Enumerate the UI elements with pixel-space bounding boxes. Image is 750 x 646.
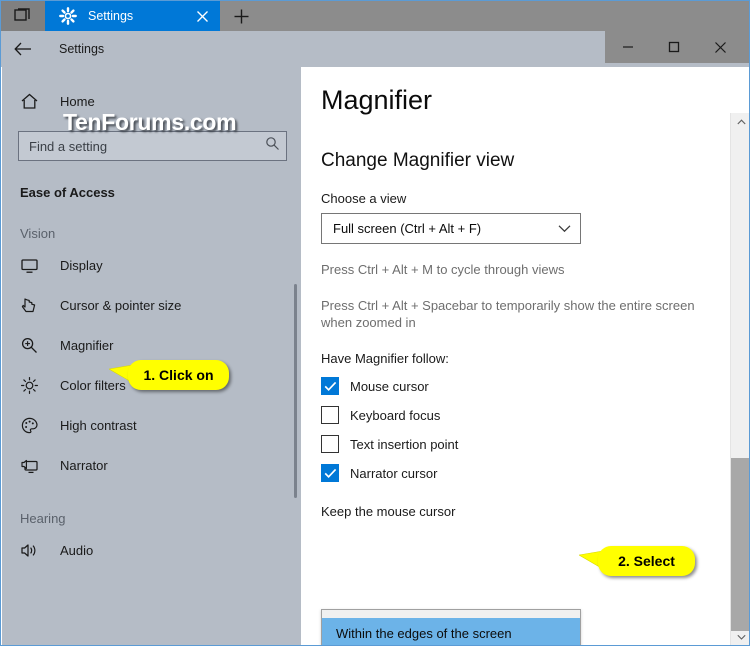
tab-strip-empty (262, 1, 749, 31)
sidebar-item-label: Narrator (60, 457, 108, 473)
dropdown-option-within-edges[interactable]: Within the edges of the screen (322, 618, 580, 645)
hint-cycle-views: Press Ctrl + Alt + M to cycle through vi… (321, 262, 565, 277)
magnifier-icon (20, 336, 44, 355)
search-placeholder: Find a setting (29, 138, 108, 154)
monitor-icon (20, 256, 44, 275)
pointer-hand-icon (20, 296, 44, 315)
chevron-up-icon (736, 119, 746, 125)
sidebar-item-label: Cursor & pointer size (60, 297, 182, 313)
tab-settings[interactable]: Settings (45, 1, 220, 31)
search-icon (265, 136, 280, 156)
search-input[interactable]: Find a setting (18, 131, 287, 161)
close-tab-button[interactable] (194, 8, 210, 24)
window-controls (605, 31, 749, 63)
section-title: Change Magnifier view (321, 150, 515, 171)
settings-window: Settings Settings Home Find a setting Ea… (0, 0, 750, 646)
checkbox-label: Mouse cursor (350, 378, 429, 394)
check-icon (324, 468, 336, 478)
sidebar-item-cursor-pointer-size[interactable]: Cursor & pointer size (2, 285, 301, 325)
palette-icon (20, 416, 44, 435)
keep-mouse-cursor-label: Keep the mouse cursor (321, 504, 456, 519)
checkbox-label: Keyboard focus (350, 407, 441, 423)
sidebar-item-label: Magnifier (60, 337, 114, 353)
callout-select: 2. Select (598, 546, 695, 576)
chevron-down-icon (736, 634, 746, 640)
sidebar-item-label: Display (60, 257, 103, 273)
checkbox-box (321, 435, 339, 453)
minimize-icon (623, 46, 633, 48)
checkbox-box (321, 406, 339, 424)
brightness-icon (20, 376, 44, 395)
narrator-screen-icon (20, 456, 44, 475)
home-icon (20, 92, 44, 111)
task-view-button[interactable] (1, 1, 45, 31)
checkbox-narrator-cursor[interactable]: Narrator cursor (321, 464, 749, 482)
checkbox-label: Text insertion point (350, 436, 459, 452)
callout-click-on: 1. Click on (128, 360, 229, 390)
have-magnifier-follow-label: Have Magnifier follow: (321, 351, 449, 366)
keep-cursor-dropdown-list[interactable]: Within the edges of the screen Centered … (321, 609, 581, 645)
scroll-up-button[interactable] (731, 113, 749, 131)
sidebar-item-display[interactable]: Display (2, 245, 301, 285)
minimize-button[interactable] (605, 31, 651, 63)
sidebar-item-label: Audio (60, 542, 94, 558)
maximize-button[interactable] (651, 31, 697, 63)
close-icon (196, 10, 208, 22)
checkbox-keyboard-focus[interactable]: Keyboard focus (321, 406, 749, 424)
speaker-icon (20, 541, 44, 560)
task-view-icon (14, 8, 30, 21)
sidebar: Home Find a setting Ease of Access Visio… (2, 67, 301, 645)
gear-icon (59, 7, 77, 25)
tab-strip: Settings (1, 1, 749, 31)
checkbox-label: Narrator cursor (350, 465, 438, 481)
dropdown-top-padding (322, 610, 580, 618)
view-dropdown-value: Full screen (Ctrl + Alt + F) (333, 221, 482, 236)
plus-icon (234, 9, 248, 23)
content-scrollbar[interactable] (730, 113, 749, 645)
chevron-down-icon (558, 220, 571, 238)
back-button[interactable] (1, 31, 45, 67)
sidebar-item-home[interactable]: Home (2, 81, 301, 121)
back-arrow-icon (14, 42, 31, 56)
sidebar-item-label: High contrast (60, 417, 137, 433)
sidebar-item-label: Home (60, 93, 95, 109)
sidebar-item-narrator[interactable]: Narrator (2, 445, 301, 485)
scroll-down-button[interactable] (731, 628, 749, 645)
close-icon (714, 41, 726, 53)
view-dropdown[interactable]: Full screen (Ctrl + Alt + F) (321, 213, 581, 244)
caption-title: Settings (59, 42, 105, 56)
sidebar-group-hearing: Hearing (20, 511, 66, 526)
maximize-icon (668, 41, 680, 53)
checkbox-box (321, 464, 339, 482)
sidebar-item-high-contrast[interactable]: High contrast (2, 405, 301, 445)
caption-left: Settings (1, 31, 301, 67)
sidebar-item-magnifier[interactable]: Magnifier (2, 325, 301, 365)
sidebar-scrollbar[interactable] (294, 284, 297, 498)
hint-show-entire-screen: Press Ctrl + Alt + Spacebar to temporari… (321, 298, 695, 330)
tab-title: Settings (88, 9, 134, 23)
choose-view-label: Choose a view (321, 191, 407, 206)
checkbox-box (321, 377, 339, 395)
sidebar-category-title: Ease of Access (20, 185, 115, 200)
close-window-button[interactable] (697, 31, 743, 63)
checkbox-mouse-cursor[interactable]: Mouse cursor (321, 377, 749, 395)
sidebar-item-audio[interactable]: Audio (2, 530, 301, 570)
page-title: Magnifier (321, 85, 433, 115)
scrollbar-thumb[interactable] (731, 458, 749, 631)
check-icon (324, 381, 336, 391)
sidebar-group-vision: Vision (20, 226, 56, 241)
new-tab-button[interactable] (220, 1, 262, 31)
checkbox-text-insertion-point[interactable]: Text insertion point (321, 435, 749, 453)
